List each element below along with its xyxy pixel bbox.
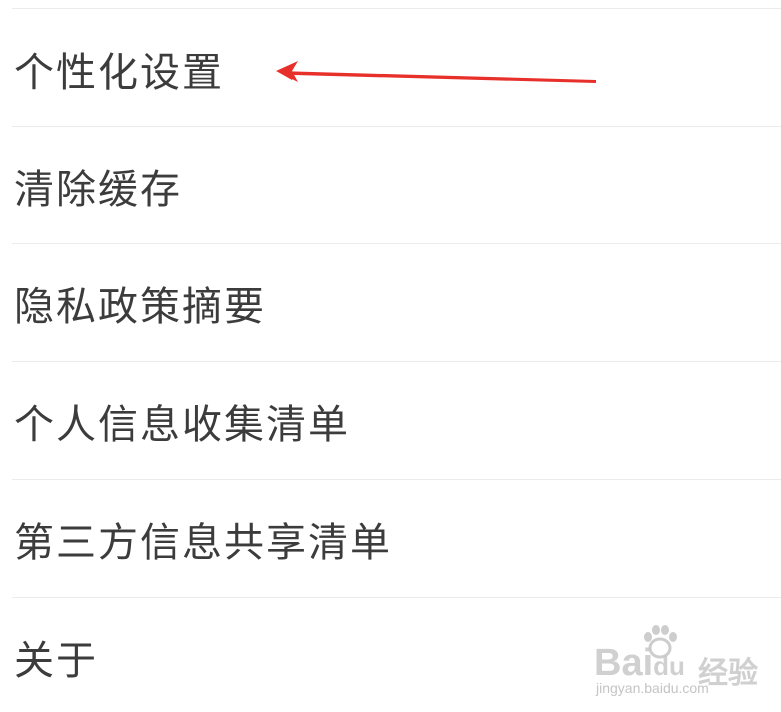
menu-item-third-party-sharing[interactable]: 第三方信息共享清单	[0, 480, 781, 597]
settings-page: 个性化设置 清除缓存 隐私政策摘要 个人信息收集清单 第三方信息共享清单 关于 …	[0, 0, 781, 712]
menu-item-label: 清除缓存	[14, 166, 182, 213]
annotation-arrow-icon	[276, 61, 596, 83]
menu-item-label: 个人信息收集清单	[14, 401, 350, 448]
menu-item-label: 隐私政策摘要	[14, 283, 266, 330]
menu-item-label: 关于	[14, 637, 98, 684]
divider	[12, 8, 781, 9]
watermark-brand: Baidu	[594, 642, 685, 684]
watermark-url: jingyan.baidu.com	[596, 680, 709, 696]
menu-item-clear-cache[interactable]: 清除缓存	[0, 127, 781, 244]
menu-item-personal-info-list[interactable]: 个人信息收集清单	[0, 362, 781, 479]
menu-item-label: 第三方信息共享清单	[14, 519, 392, 566]
baidu-jingyan-watermark: Baidu 经验 jingyan.baidu.com	[594, 624, 774, 704]
menu-item-label: 个性化设置	[14, 49, 224, 96]
menu-item-privacy-summary[interactable]: 隐私政策摘要	[0, 244, 781, 361]
